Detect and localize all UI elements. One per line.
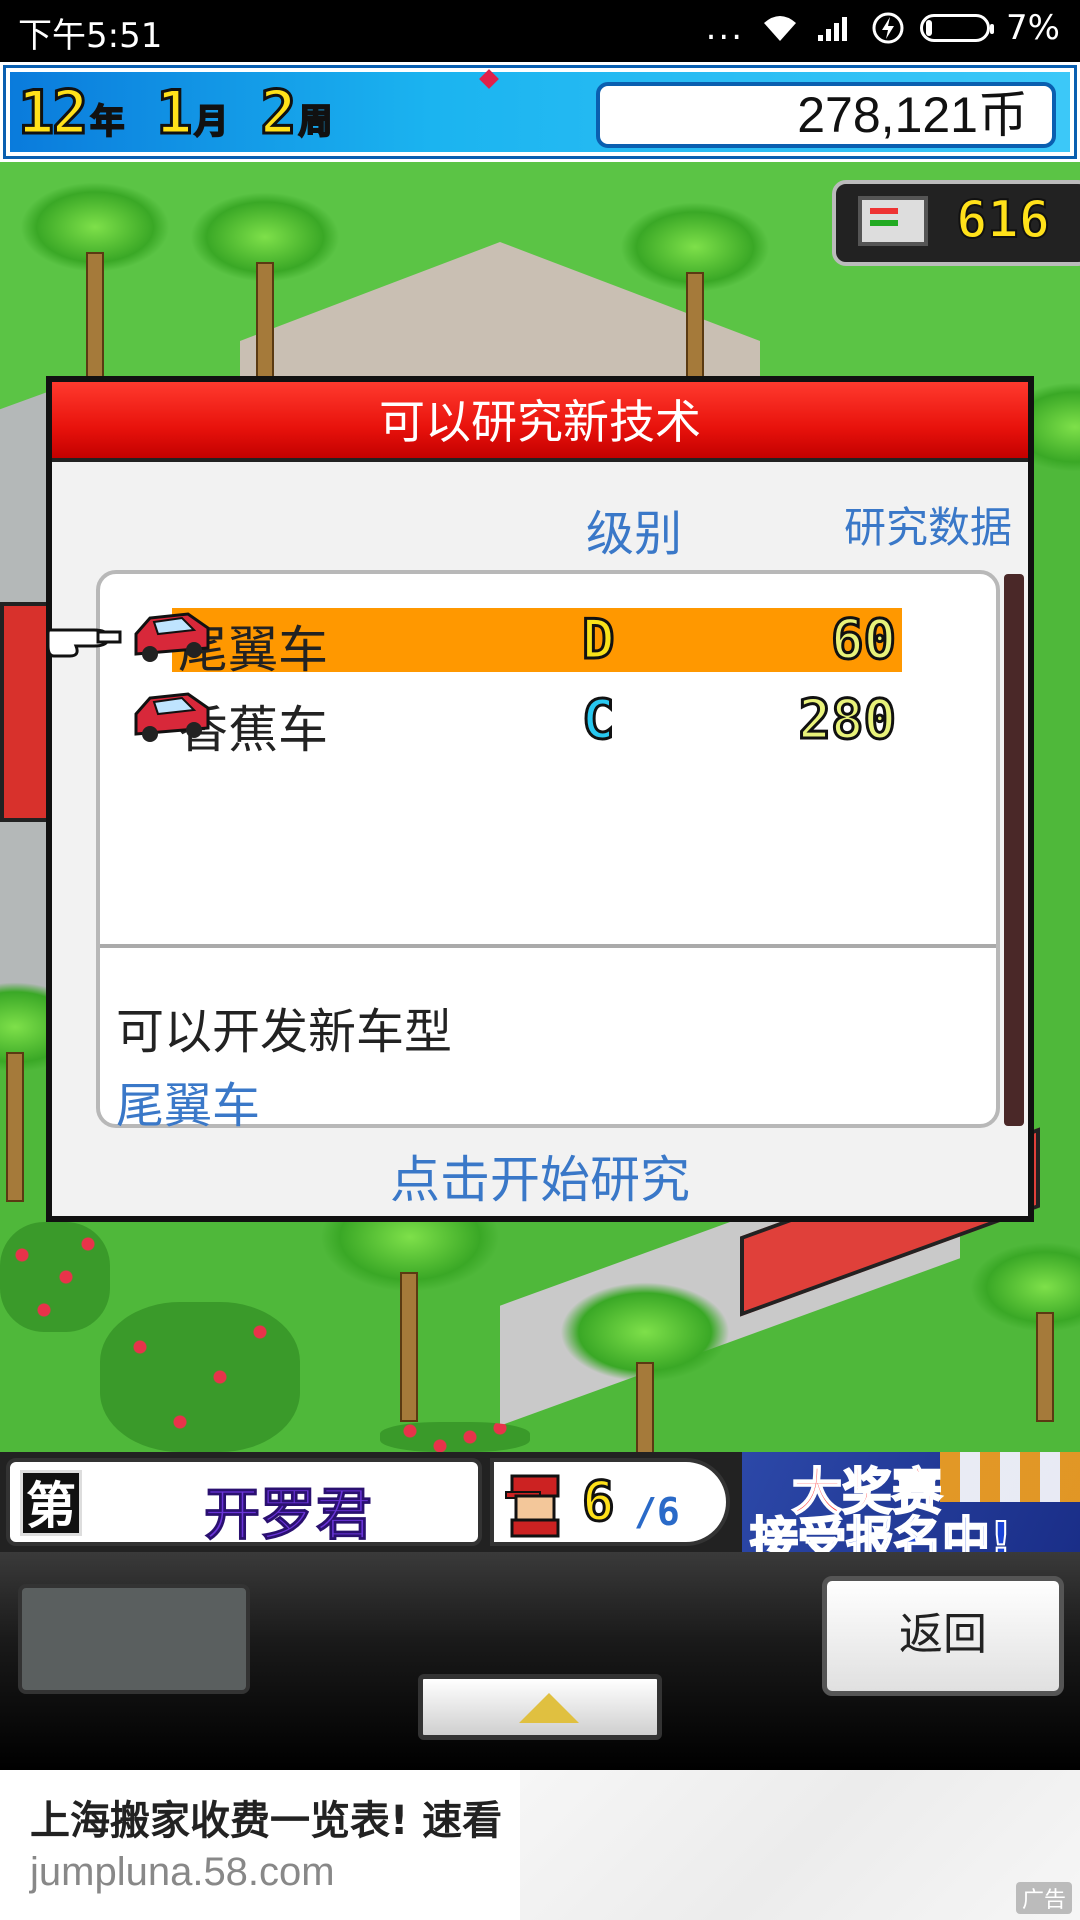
battery-icon [920,14,995,42]
staff-max: /6 [634,1490,680,1534]
flower-bed [100,1302,300,1452]
date-marker-icon [479,69,499,89]
game-date: 12 年 1 月 2 周 [16,77,361,150]
bottom-status-strip: 第1 开罗君 6 /6 大奖赛 接受报名中! [0,1452,1080,1601]
game-top-bar: 12 年 1 月 2 周 278,121币 [0,62,1080,162]
list-divider [100,944,996,948]
control-bar: 返回 [0,1552,1080,1770]
car-icon [134,692,210,742]
signal-icon [818,17,848,41]
year-unit: 年 [89,101,125,143]
rank-badge: 第1 [20,1470,82,1601]
week-unit: 周 [298,101,334,143]
car-icon [134,612,210,662]
month-unit: 月 [193,101,229,143]
research-points-count: 616 [955,189,1051,251]
research-points-panel[interactable]: 616 [832,180,1080,266]
start-research-hint[interactable]: 点击开始研究 [52,1140,1028,1212]
ad-url[interactable]: jumpluna.58.com [30,1850,335,1895]
pointer-hand-icon [46,628,122,658]
scrollbar[interactable] [1004,574,1024,1126]
charging-icon [872,12,904,44]
year-number: 12 [16,77,89,150]
ad-tag: 广告 [1015,1882,1072,1914]
description-highlight: 尾翼车 [116,1078,261,1134]
ad-banner[interactable]: 上海搬家收费一览表! 速看 jumpluna.58.com 广告 [0,1770,1080,1920]
grand-prix-subtitle: 接受报名中! [749,1511,1013,1552]
left-blank-button[interactable] [18,1584,250,1694]
column-header-research-data: 研究数据 [844,503,1013,552]
tech-research-data: 60 [829,607,897,673]
more-dots-icon: ... [705,8,745,48]
research-dialog: 可以研究新技术 级别 研究数据 尾翼车 D 60 香蕉车 C 280 可以开发新… [46,376,1034,1222]
week-number: 2 [259,77,298,150]
up-arrow-icon [519,1693,579,1723]
expand-menu-button[interactable] [418,1674,662,1740]
wifi-icon [764,16,797,41]
column-header-level: 级别 [586,506,683,562]
tech-grade: C [581,687,616,753]
status-icons: ... 7% [706,8,1060,48]
flower-bed [380,1422,530,1452]
tech-research-data: 280 [797,687,898,753]
battery-percent: 7% [1006,8,1060,48]
money-display: 278,121币 [596,82,1056,148]
tech-grade: D [581,607,616,673]
grand-prix-banner[interactable]: 大奖赛 接受报名中! [742,1452,1080,1552]
flower-bed [0,1222,110,1332]
back-button[interactable]: 返回 [822,1576,1064,1696]
tech-row-banana-car[interactable]: 香蕉车 C 280 [172,687,902,760]
staff-count: 6 [581,1469,616,1535]
description-text: 可以开发新车型 [116,1004,453,1060]
checkered-flag-icon [940,1452,1080,1502]
rank-name: 开罗君 [204,1483,373,1549]
staff-avatar-icon [505,1474,560,1538]
tech-row-wing-car[interactable]: 尾翼车 D 60 [172,607,902,679]
month-number: 1 [155,77,194,150]
status-time: 下午5:51 [18,16,163,56]
ad-title[interactable]: 上海搬家收费一览表! 速看 [30,1788,502,1846]
staff-box[interactable]: 6 /6 [490,1458,730,1546]
rank-box[interactable]: 第1 开罗君 [6,1458,482,1601]
dialog-title: 可以研究新技术 [52,382,1028,462]
status-bar: 下午5:51 ... 7% [0,0,1080,62]
computer-icon [858,196,928,246]
